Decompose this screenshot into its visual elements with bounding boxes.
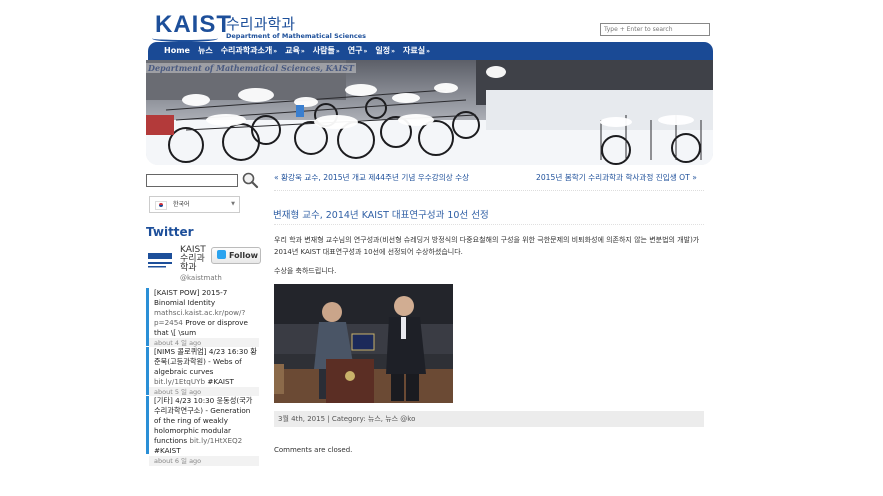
- nav-item-education[interactable]: 교육»: [281, 42, 309, 60]
- tweet-time[interactable]: about 6 일 ago: [149, 456, 259, 466]
- chevron-down-icon: »: [363, 48, 368, 55]
- twitter-heading: Twitter: [146, 225, 194, 239]
- post-title[interactable]: 변재형 교수, 2014년 KAIST 대표연구성과 10선 선정: [273, 207, 489, 221]
- sidebar-search-input[interactable]: [146, 174, 238, 187]
- logo-swoosh: [152, 35, 218, 42]
- chevron-down-icon: »: [335, 48, 340, 55]
- chevron-down-icon: »: [426, 48, 430, 55]
- main-nav: Home 뉴스 수리과학과소개» 교육» 사람들» 연구» 일정» 자료실»: [160, 42, 434, 60]
- language-label: 한국어: [173, 201, 190, 208]
- magnifier-icon: [242, 172, 259, 189]
- tweet-hashtag[interactable]: #KAIST: [207, 377, 234, 386]
- account-handle[interactable]: @kaistmath: [180, 274, 222, 282]
- divider: [274, 190, 704, 191]
- korea-flag-icon: [155, 201, 167, 210]
- tweet-link[interactable]: bit.ly/1HtXEQ2: [189, 436, 242, 445]
- nav-label: 수리과학과소개: [220, 46, 273, 55]
- nav-item-schedule[interactable]: 일정»: [371, 42, 399, 60]
- account-avatar[interactable]: [146, 248, 174, 270]
- post-meta: 3월 4th, 2015 | Category: 뉴스, 뉴스 @ko: [274, 411, 704, 427]
- department-name-english: Department of Mathematical Sciences: [226, 32, 367, 40]
- tweet-text: [KAIST POW] 2015-7 Binomial Identity: [154, 288, 228, 307]
- nav-item-home[interactable]: Home: [160, 42, 194, 60]
- nav-label: 일정: [375, 46, 391, 55]
- nav-label: 교육: [285, 46, 300, 55]
- tweet-item: [기타] 4/23 10:30 윤동성(국가수리과학연구소) - Generat…: [146, 396, 259, 466]
- chevron-down-icon: »: [300, 48, 305, 55]
- header-banner-image: [146, 60, 713, 165]
- tweet-link[interactable]: bit.ly/1EtqUYb: [154, 377, 205, 386]
- nav-item-about[interactable]: 수리과학과소개»: [217, 42, 281, 60]
- nav-label: 자료실: [402, 46, 426, 55]
- tweet-item: [KAIST POW] 2015-7 Binomial Identity mat…: [146, 288, 259, 348]
- follow-label: Follow: [229, 251, 259, 260]
- tweet-hashtag[interactable]: #KAIST: [154, 446, 181, 455]
- previous-post-link[interactable]: « 황강욱 교수, 2015년 개교 제44주년 기념 우수강의상 수상: [274, 172, 469, 183]
- chevron-down-icon: »: [273, 48, 278, 55]
- nav-label: Home: [164, 46, 190, 55]
- twitter-bird-icon: [217, 250, 226, 259]
- department-name-korean[interactable]: 수리과학과: [226, 13, 295, 34]
- nav-item-research[interactable]: 연구»: [344, 42, 372, 60]
- follow-button[interactable]: Follow: [211, 247, 261, 264]
- nav-item-news[interactable]: 뉴스: [194, 42, 217, 60]
- tweet-item: [NIMS 콜로퀴엄] 4/23 16:30 황준묵(고등과학원) - Webs…: [146, 347, 259, 397]
- comments-closed-note: Comments are closed.: [274, 446, 353, 454]
- post-body: 우리 학과 변재형 교수님의 연구성과(비선형 슈레딩거 방정식의 다중요철해의…: [274, 236, 700, 256]
- nav-label: 연구: [347, 46, 363, 55]
- chevron-down-icon: »: [391, 48, 395, 55]
- language-select[interactable]: 한국어 ▼: [149, 196, 240, 213]
- dropdown-arrow-icon: ▼: [231, 201, 235, 207]
- nav-label: 뉴스: [197, 46, 213, 55]
- nav-label: 사람들: [312, 46, 335, 55]
- search-button[interactable]: [241, 171, 259, 189]
- divider: [274, 224, 704, 225]
- award-photo: [274, 284, 453, 403]
- next-post-link[interactable]: 2015년 봄학기 수리과학과 학사과정 진입생 OT »: [536, 172, 697, 183]
- banner-caption: Department of Mathematical Sciences, KAI…: [146, 63, 356, 73]
- post-congrats: 수상을 축하드립니다.: [274, 267, 337, 275]
- award-ceremony-photo: [274, 284, 453, 403]
- nav-item-resources[interactable]: 자료실»: [399, 42, 434, 60]
- snowy-bicycles-photo: [146, 60, 713, 165]
- kaist-avatar-icon: [146, 248, 174, 270]
- account-name[interactable]: KAIST 수리과학과: [180, 246, 212, 273]
- tweet-text: [NIMS 콜로퀴엄] 4/23 16:30 황준묵(고등과학원) - Webs…: [154, 347, 257, 376]
- search-input[interactable]: Type + Enter to search: [600, 23, 710, 36]
- nav-item-people[interactable]: 사람들»: [309, 42, 344, 60]
